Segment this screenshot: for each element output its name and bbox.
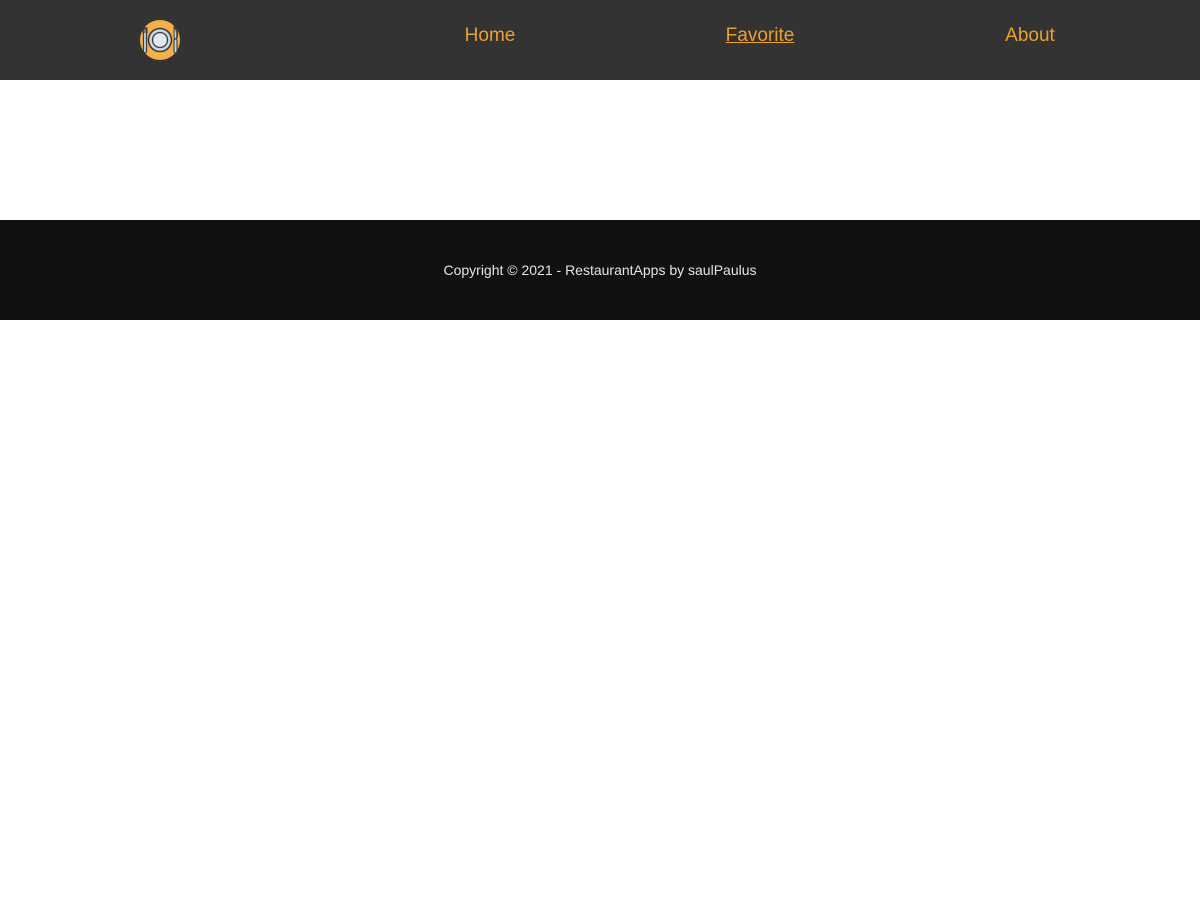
main-content bbox=[0, 80, 1200, 220]
nav-link-about[interactable]: About bbox=[970, 22, 1090, 50]
restaurant-plate-icon[interactable] bbox=[139, 19, 181, 61]
footer: Copyright © 2021 - RestaurantApps by sau… bbox=[0, 220, 1200, 320]
nav-link-favorite[interactable]: Favorite bbox=[700, 22, 820, 50]
copyright-text: Copyright © 2021 - RestaurantApps by sau… bbox=[443, 262, 757, 278]
nav-link-home[interactable]: Home bbox=[430, 22, 550, 50]
navbar: Home Favorite About bbox=[0, 0, 1200, 80]
